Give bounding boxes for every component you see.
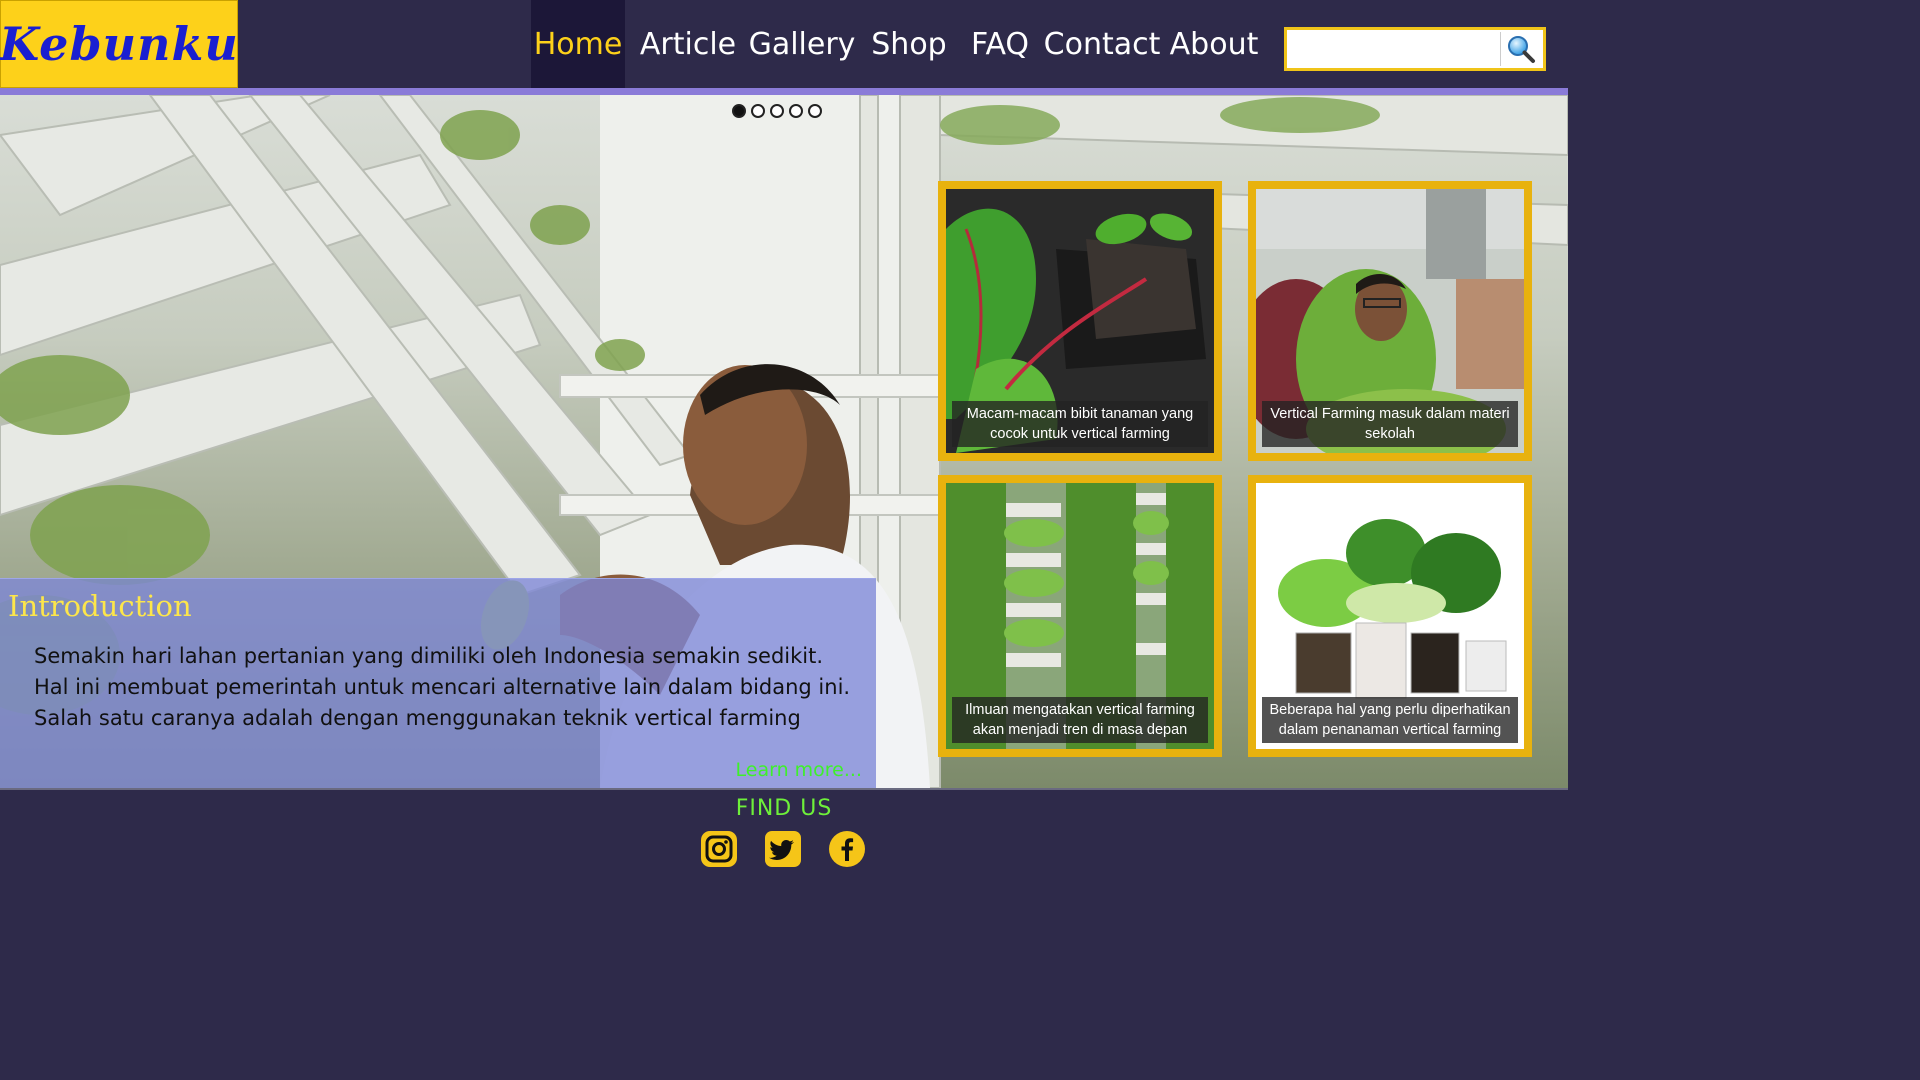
nav-about[interactable]: About	[1170, 0, 1259, 88]
nav-shop[interactable]: Shop	[870, 0, 948, 88]
find-us-heading: FIND US	[735, 796, 833, 821]
twitter-icon[interactable]	[764, 830, 802, 868]
nav-article[interactable]: Article	[640, 0, 736, 88]
search-box	[1284, 27, 1546, 71]
search-icon	[1508, 36, 1535, 63]
hero-slider: Introduction Semakin hari lahan pertania…	[0, 95, 1568, 788]
introduction-title: Introduction	[8, 589, 192, 623]
nav-home[interactable]: Home	[531, 0, 625, 88]
slider-dot-4[interactable]	[789, 104, 803, 118]
site-header: Kebunku Home Article Gallery Shop FAQ Co…	[0, 0, 1568, 88]
site-logo[interactable]: Kebunku	[0, 0, 238, 88]
card-caption: Macam-macam bibit tanaman yang cocok unt…	[952, 401, 1208, 447]
introduction-line: Semakin hari lahan pertanian yang dimili…	[34, 644, 824, 668]
introduction-line: Salah satu caranya adalah dengan menggun…	[34, 706, 801, 730]
slider-dot-1[interactable]	[732, 104, 746, 118]
article-card-seedlings[interactable]: Macam-macam bibit tanaman yang cocok unt…	[938, 181, 1222, 461]
article-card-future-trend[interactable]: Ilmuan mengatakan vertical farming akan …	[938, 475, 1222, 757]
slider-dot-3[interactable]	[770, 104, 784, 118]
introduction-panel: Introduction Semakin hari lahan pertania…	[0, 578, 876, 788]
instagram-icon[interactable]	[700, 830, 738, 868]
card-caption: Ilmuan mengatakan vertical farming akan …	[952, 697, 1208, 743]
nav-contact[interactable]: Contact	[1044, 0, 1161, 88]
introduction-line: Hal ini membuat pemerintah untuk mencari…	[34, 675, 851, 699]
social-links	[700, 830, 866, 868]
card-caption: Vertical Farming masuk dalam materi seko…	[1262, 401, 1518, 447]
site-footer: FIND US	[0, 788, 1568, 882]
logo-text: Kebunku	[0, 17, 239, 71]
search-button[interactable]	[1500, 32, 1541, 66]
search-input[interactable]	[1289, 32, 1503, 68]
header-divider	[0, 88, 1568, 95]
article-card-tips[interactable]: Beberapa hal yang perlu diperhatikan dal…	[1248, 475, 1532, 757]
introduction-body: Semakin hari lahan pertanian yang dimili…	[34, 641, 864, 734]
facebook-icon[interactable]	[828, 830, 866, 868]
nav-faq[interactable]: FAQ	[966, 0, 1034, 88]
slider-dots	[732, 104, 822, 118]
slider-dot-5[interactable]	[808, 104, 822, 118]
article-card-school[interactable]: Vertical Farming masuk dalam materi seko…	[1248, 181, 1532, 461]
learn-more-link[interactable]: Learn more...	[736, 759, 862, 781]
slider-dot-2[interactable]	[751, 104, 765, 118]
nav-gallery[interactable]: Gallery	[749, 0, 856, 88]
card-caption: Beberapa hal yang perlu diperhatikan dal…	[1262, 697, 1518, 743]
